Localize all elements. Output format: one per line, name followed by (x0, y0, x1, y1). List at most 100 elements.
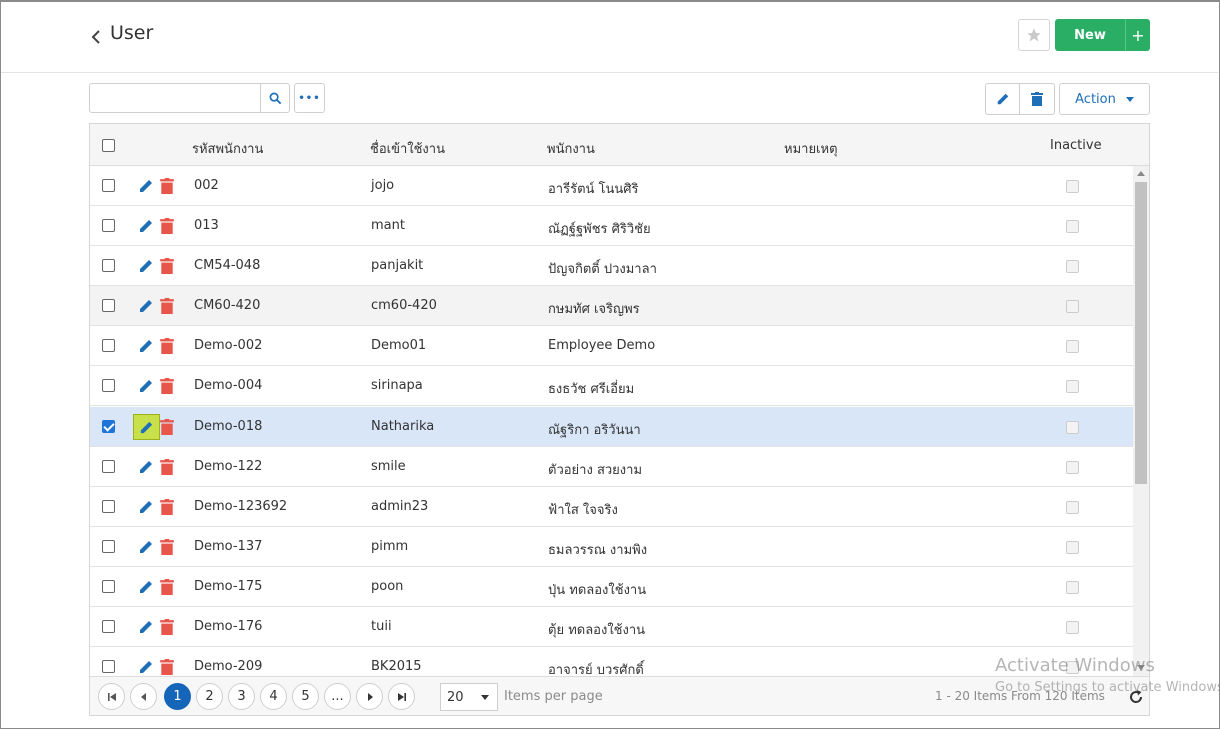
pencil-icon[interactable] (138, 539, 154, 555)
trash-icon[interactable] (160, 338, 174, 354)
more-options-button[interactable]: ••• (294, 83, 325, 113)
new-dropdown-button[interactable]: + (1125, 19, 1150, 51)
table-row[interactable]: Demo-137 pimm ธมลวรรณ งามพิง (90, 527, 1133, 567)
next-page-button[interactable] (356, 683, 383, 710)
cell-username: BK2015 (371, 659, 422, 674)
table-row[interactable]: Demo-002 Demo01 Employee Demo (90, 326, 1133, 366)
row-checkbox[interactable] (102, 580, 115, 593)
pencil-icon[interactable] (138, 659, 154, 675)
trash-icon[interactable] (160, 258, 174, 274)
page-button[interactable]: 5 (292, 683, 319, 710)
trash-icon[interactable] (160, 659, 174, 675)
row-checkbox[interactable] (102, 299, 115, 312)
pencil-icon[interactable] (138, 619, 154, 635)
trash-icon[interactable] (160, 499, 174, 515)
table-row[interactable]: Demo-176 tuii ตุ้ย ทดลองใช้งาน (90, 607, 1133, 647)
cell-code: Demo-122 (194, 459, 263, 474)
column-header-username[interactable]: ชื่อเข้าใช้งาน (370, 138, 445, 159)
select-all-checkbox[interactable] (102, 139, 115, 152)
table-row[interactable]: Demo-122 smile ตัวอย่าง สวยงาม (90, 447, 1133, 487)
page-button[interactable]: 4 (260, 683, 287, 710)
table-row[interactable]: CM60-420 cm60-420 กษมทัศ เจริญพร (90, 286, 1133, 326)
trash-icon[interactable] (160, 579, 174, 595)
page-ellipsis-button[interactable]: ... (324, 683, 351, 710)
action-dropdown[interactable]: Action (1059, 83, 1150, 115)
cell-username: smile (371, 459, 406, 474)
table-row[interactable]: 002 jojo อารีรัตน์ โนนศิริ (90, 166, 1133, 206)
pencil-icon[interactable] (138, 579, 154, 595)
pencil-icon[interactable] (138, 218, 154, 234)
pencil-icon[interactable] (138, 459, 154, 475)
inactive-checkbox (1066, 541, 1079, 554)
first-page-button[interactable] (98, 683, 125, 710)
table-row[interactable]: Demo-209 BK2015 อาจารย์ บวรศักดิ์ (90, 647, 1133, 676)
chevron-left-icon[interactable] (88, 26, 104, 48)
cell-code: Demo-175 (194, 579, 263, 594)
trash-icon[interactable] (160, 619, 174, 635)
cell-username: admin23 (371, 499, 429, 514)
favorite-button[interactable] (1018, 19, 1050, 51)
cell-code: 013 (194, 218, 219, 233)
search-button[interactable] (260, 83, 290, 113)
pencil-icon[interactable] (138, 298, 154, 314)
table-row[interactable]: CM54-048 panjakit ปัญจกิตติ์ ปวงมาลา (90, 246, 1133, 286)
cell-code: 002 (194, 178, 219, 193)
pencil-icon (997, 93, 1008, 105)
trash-icon[interactable] (160, 298, 174, 314)
row-checkbox[interactable] (102, 540, 115, 553)
row-checkbox[interactable] (102, 620, 115, 633)
row-checkbox[interactable] (102, 460, 115, 473)
cell-code: CM54-048 (194, 258, 261, 273)
cell-employee: Employee Demo (548, 338, 656, 353)
trash-icon[interactable] (160, 459, 174, 475)
page-size-select[interactable]: 20 (440, 683, 498, 711)
column-header-remark[interactable]: หมายเหตุ (784, 138, 838, 159)
row-checkbox[interactable] (102, 500, 115, 513)
row-checkbox[interactable] (102, 420, 115, 433)
scrollbar-thumb[interactable] (1135, 182, 1147, 484)
row-checkbox[interactable] (102, 660, 115, 673)
table-row[interactable]: Demo-004 sirinapa ธงธวัช ศรีเอี่ยม (90, 366, 1133, 406)
prev-page-button[interactable] (130, 683, 157, 710)
trash-icon[interactable] (160, 419, 174, 435)
cell-employee: ธมลวรรณ งามพิง (548, 543, 648, 558)
row-checkbox[interactable] (102, 379, 115, 392)
table-row[interactable]: Demo-018 Natharika ณัฐริกา อริวันนา (90, 407, 1133, 447)
column-header-employee[interactable]: พนักงาน (547, 138, 595, 159)
page-button[interactable]: 1 (164, 683, 191, 710)
pencil-icon[interactable] (138, 499, 154, 515)
cell-code: Demo-137 (194, 539, 263, 554)
row-checkbox[interactable] (102, 339, 115, 352)
scroll-up-icon[interactable] (1137, 171, 1145, 176)
trash-icon[interactable] (160, 218, 174, 234)
edit-selected-button[interactable] (985, 83, 1020, 115)
pencil-icon[interactable] (138, 338, 154, 354)
pencil-icon[interactable] (138, 258, 154, 274)
table-row[interactable]: Demo-175 poon ปุ่น ทดลองใช้งาน (90, 567, 1133, 607)
pencil-icon[interactable] (138, 378, 154, 394)
table-row[interactable]: 013 mant ณัฏฐ์ฐพัชร ศิริวิชัย (90, 206, 1133, 246)
row-checkbox[interactable] (102, 179, 115, 192)
new-button[interactable]: New (1055, 19, 1125, 51)
row-edit-button[interactable] (133, 414, 160, 440)
cell-code: Demo-004 (194, 378, 263, 393)
column-header-inactive[interactable]: Inactive (1050, 138, 1102, 153)
row-checkbox[interactable] (102, 219, 115, 232)
vertical-scrollbar[interactable] (1133, 166, 1149, 676)
trash-icon[interactable] (160, 539, 174, 555)
search-input[interactable] (89, 83, 261, 113)
last-page-button[interactable] (388, 683, 415, 710)
trash-icon[interactable] (160, 378, 174, 394)
delete-selected-button[interactable] (1019, 83, 1055, 115)
page-button[interactable]: 3 (228, 683, 255, 710)
inactive-checkbox (1066, 461, 1079, 474)
row-checkbox[interactable] (102, 259, 115, 272)
pencil-icon[interactable] (138, 178, 154, 194)
table-row[interactable]: Demo-123692 admin23 ฟ้าใส ใจจริง (90, 487, 1133, 527)
cell-employee: ปัญจกิตติ์ ปวงมาลา (548, 262, 657, 277)
column-header-code[interactable]: รหัสพนักงาน (192, 138, 263, 159)
page-button[interactable]: 2 (196, 683, 223, 710)
cell-employee: ธงธวัช ศรีเอี่ยม (548, 382, 635, 397)
trash-icon[interactable] (160, 178, 174, 194)
grid-body: 002 jojo อารีรัตน์ โนนศิริ 013 mant ณัฏฐ์ฐพัช… (90, 166, 1133, 676)
